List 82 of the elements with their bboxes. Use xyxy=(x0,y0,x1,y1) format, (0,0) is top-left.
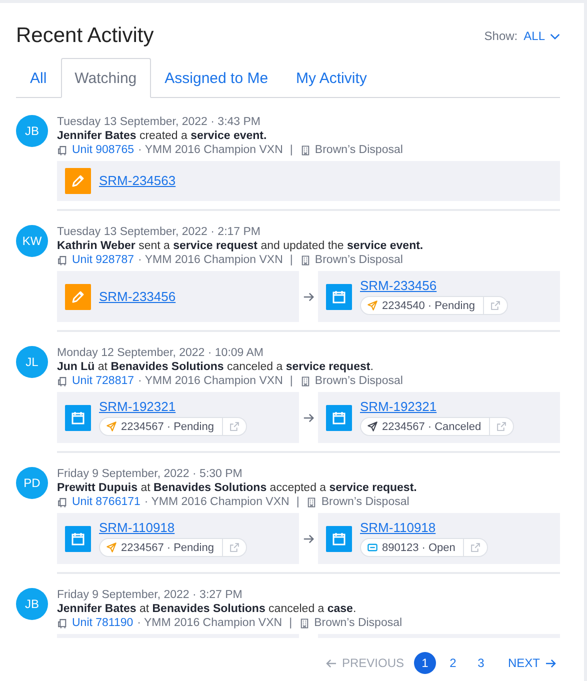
page-button[interactable]: 1 xyxy=(414,652,436,674)
timestamp: Friday 9 September, 2022 · 5:30 PM xyxy=(57,467,244,481)
building-icon xyxy=(300,254,311,266)
avatar: JB xyxy=(16,115,48,147)
pencil-icon xyxy=(65,168,91,194)
arrow-right-icon xyxy=(303,534,314,544)
company-text: Brown’s Disposal xyxy=(314,616,402,630)
page-title: Recent Activity xyxy=(16,24,154,48)
calendar-icon xyxy=(326,284,352,310)
status-text: 890123 · Open xyxy=(382,542,456,554)
building-icon xyxy=(306,496,318,508)
record-link[interactable]: SRM-192321 xyxy=(99,399,247,415)
unit-link[interactable]: Unit 908765 xyxy=(72,143,134,157)
unit-link[interactable]: Unit 8766171 xyxy=(72,495,140,509)
separator: | xyxy=(289,616,292,630)
record-link[interactable]: SRM-233456 xyxy=(360,278,508,294)
record-link[interactable]: SRM-233456 xyxy=(99,288,176,304)
avatar: KW xyxy=(16,225,48,257)
separator: | xyxy=(290,374,293,388)
avatar: JB xyxy=(16,588,48,620)
activity-description: Jennifer Bates created a service event. xyxy=(57,129,268,143)
vehicle-text: · YMM 2016 Champion VXN xyxy=(144,495,290,509)
company-text: Brown’s Disposal xyxy=(314,253,403,267)
unit-link[interactable]: Unit 928787 xyxy=(72,253,134,267)
activity-description: Jennifer Bates at Benavides Solutions canceled a case. xyxy=(57,602,358,616)
chevron-down-icon xyxy=(550,32,560,40)
truck-icon xyxy=(57,496,68,508)
page-button[interactable]: 2 xyxy=(442,652,464,674)
arrow-right-icon xyxy=(303,292,314,302)
arrow-right-icon xyxy=(303,412,314,422)
tab[interactable]: All xyxy=(16,58,61,98)
separator: | xyxy=(296,495,300,509)
status-text: 2234567 · Canceled xyxy=(382,420,482,432)
unit-link[interactable]: Unit 781190 xyxy=(72,616,134,630)
page-button[interactable]: 3 xyxy=(470,652,492,674)
arrow-right-icon xyxy=(545,658,556,668)
status-text: 2234567 · Pending xyxy=(121,420,214,432)
company-text: Brown’s Disposal xyxy=(314,374,403,388)
status-text: 2234567 · Pending xyxy=(121,542,214,554)
avatar: PD xyxy=(16,467,48,499)
show-label: Show: xyxy=(484,29,518,43)
calendar-icon xyxy=(326,404,352,430)
company-text: Brown’s Disposal xyxy=(321,495,410,509)
timestamp: Friday 9 September, 2022 · 3:27 PM xyxy=(57,588,244,602)
record-link[interactable]: SRM-110918 xyxy=(99,520,247,536)
timestamp: Tuesday 13 September, 2022 · 2:17 PM xyxy=(57,225,262,239)
show-filter-dropdown[interactable]: ALL xyxy=(524,29,560,43)
truck-icon xyxy=(57,254,68,266)
unit-link[interactable]: Unit 728817 xyxy=(72,374,134,388)
calendar-icon xyxy=(326,526,352,552)
timestamp: Monday 12 September, 2022 · 10:09 AM xyxy=(57,346,264,360)
timestamp: Tuesday 13 September, 2022 · 3:43 PM xyxy=(57,115,262,129)
arrow-left-icon xyxy=(326,658,337,668)
truck-icon xyxy=(57,144,68,156)
separator: | xyxy=(290,143,293,157)
status-text: 2234540 · Pending xyxy=(382,300,475,312)
previous-button[interactable]: PREVIOUS xyxy=(322,656,408,670)
avatar: JL xyxy=(16,346,48,378)
vehicle-text: · YMM 2016 Champion VXN xyxy=(138,143,283,157)
activity-description: Jun Lü at Benavides Solutions canceled a service request. xyxy=(57,360,374,374)
calendar-icon xyxy=(65,404,91,430)
separator: | xyxy=(290,253,293,267)
building-icon xyxy=(300,144,311,156)
vehicle-text: · YMM 2016 Champion VXN xyxy=(138,253,283,267)
pencil-icon xyxy=(65,284,91,310)
next-button[interactable]: NEXT xyxy=(504,656,560,670)
tab[interactable]: Assigned to Me xyxy=(150,58,282,98)
record-link[interactable]: SRM-110918 xyxy=(360,520,488,536)
activity-description: Kathrin Weber sent a service request and updated the service event. xyxy=(57,239,424,253)
record-link[interactable]: SRM-234563 xyxy=(99,173,176,189)
tab[interactable]: My Activity xyxy=(282,58,381,98)
truck-icon xyxy=(57,376,68,386)
record-link[interactable]: SRM-192321 xyxy=(360,399,514,415)
vehicle-text: · YMM 2016 Champion VXN xyxy=(138,374,283,388)
building-icon xyxy=(300,376,311,386)
tab[interactable]: Watching xyxy=(60,58,151,98)
company-text: Brown’s Disposal xyxy=(314,143,403,157)
activity-description: Prewitt Dupuis at Benavides Solutions accepted a service request. xyxy=(57,481,418,495)
vehicle-text: · YMM 2016 Champion VXN xyxy=(137,616,282,630)
calendar-icon xyxy=(65,526,91,552)
truck-icon xyxy=(57,618,68,628)
building-icon xyxy=(299,618,310,628)
